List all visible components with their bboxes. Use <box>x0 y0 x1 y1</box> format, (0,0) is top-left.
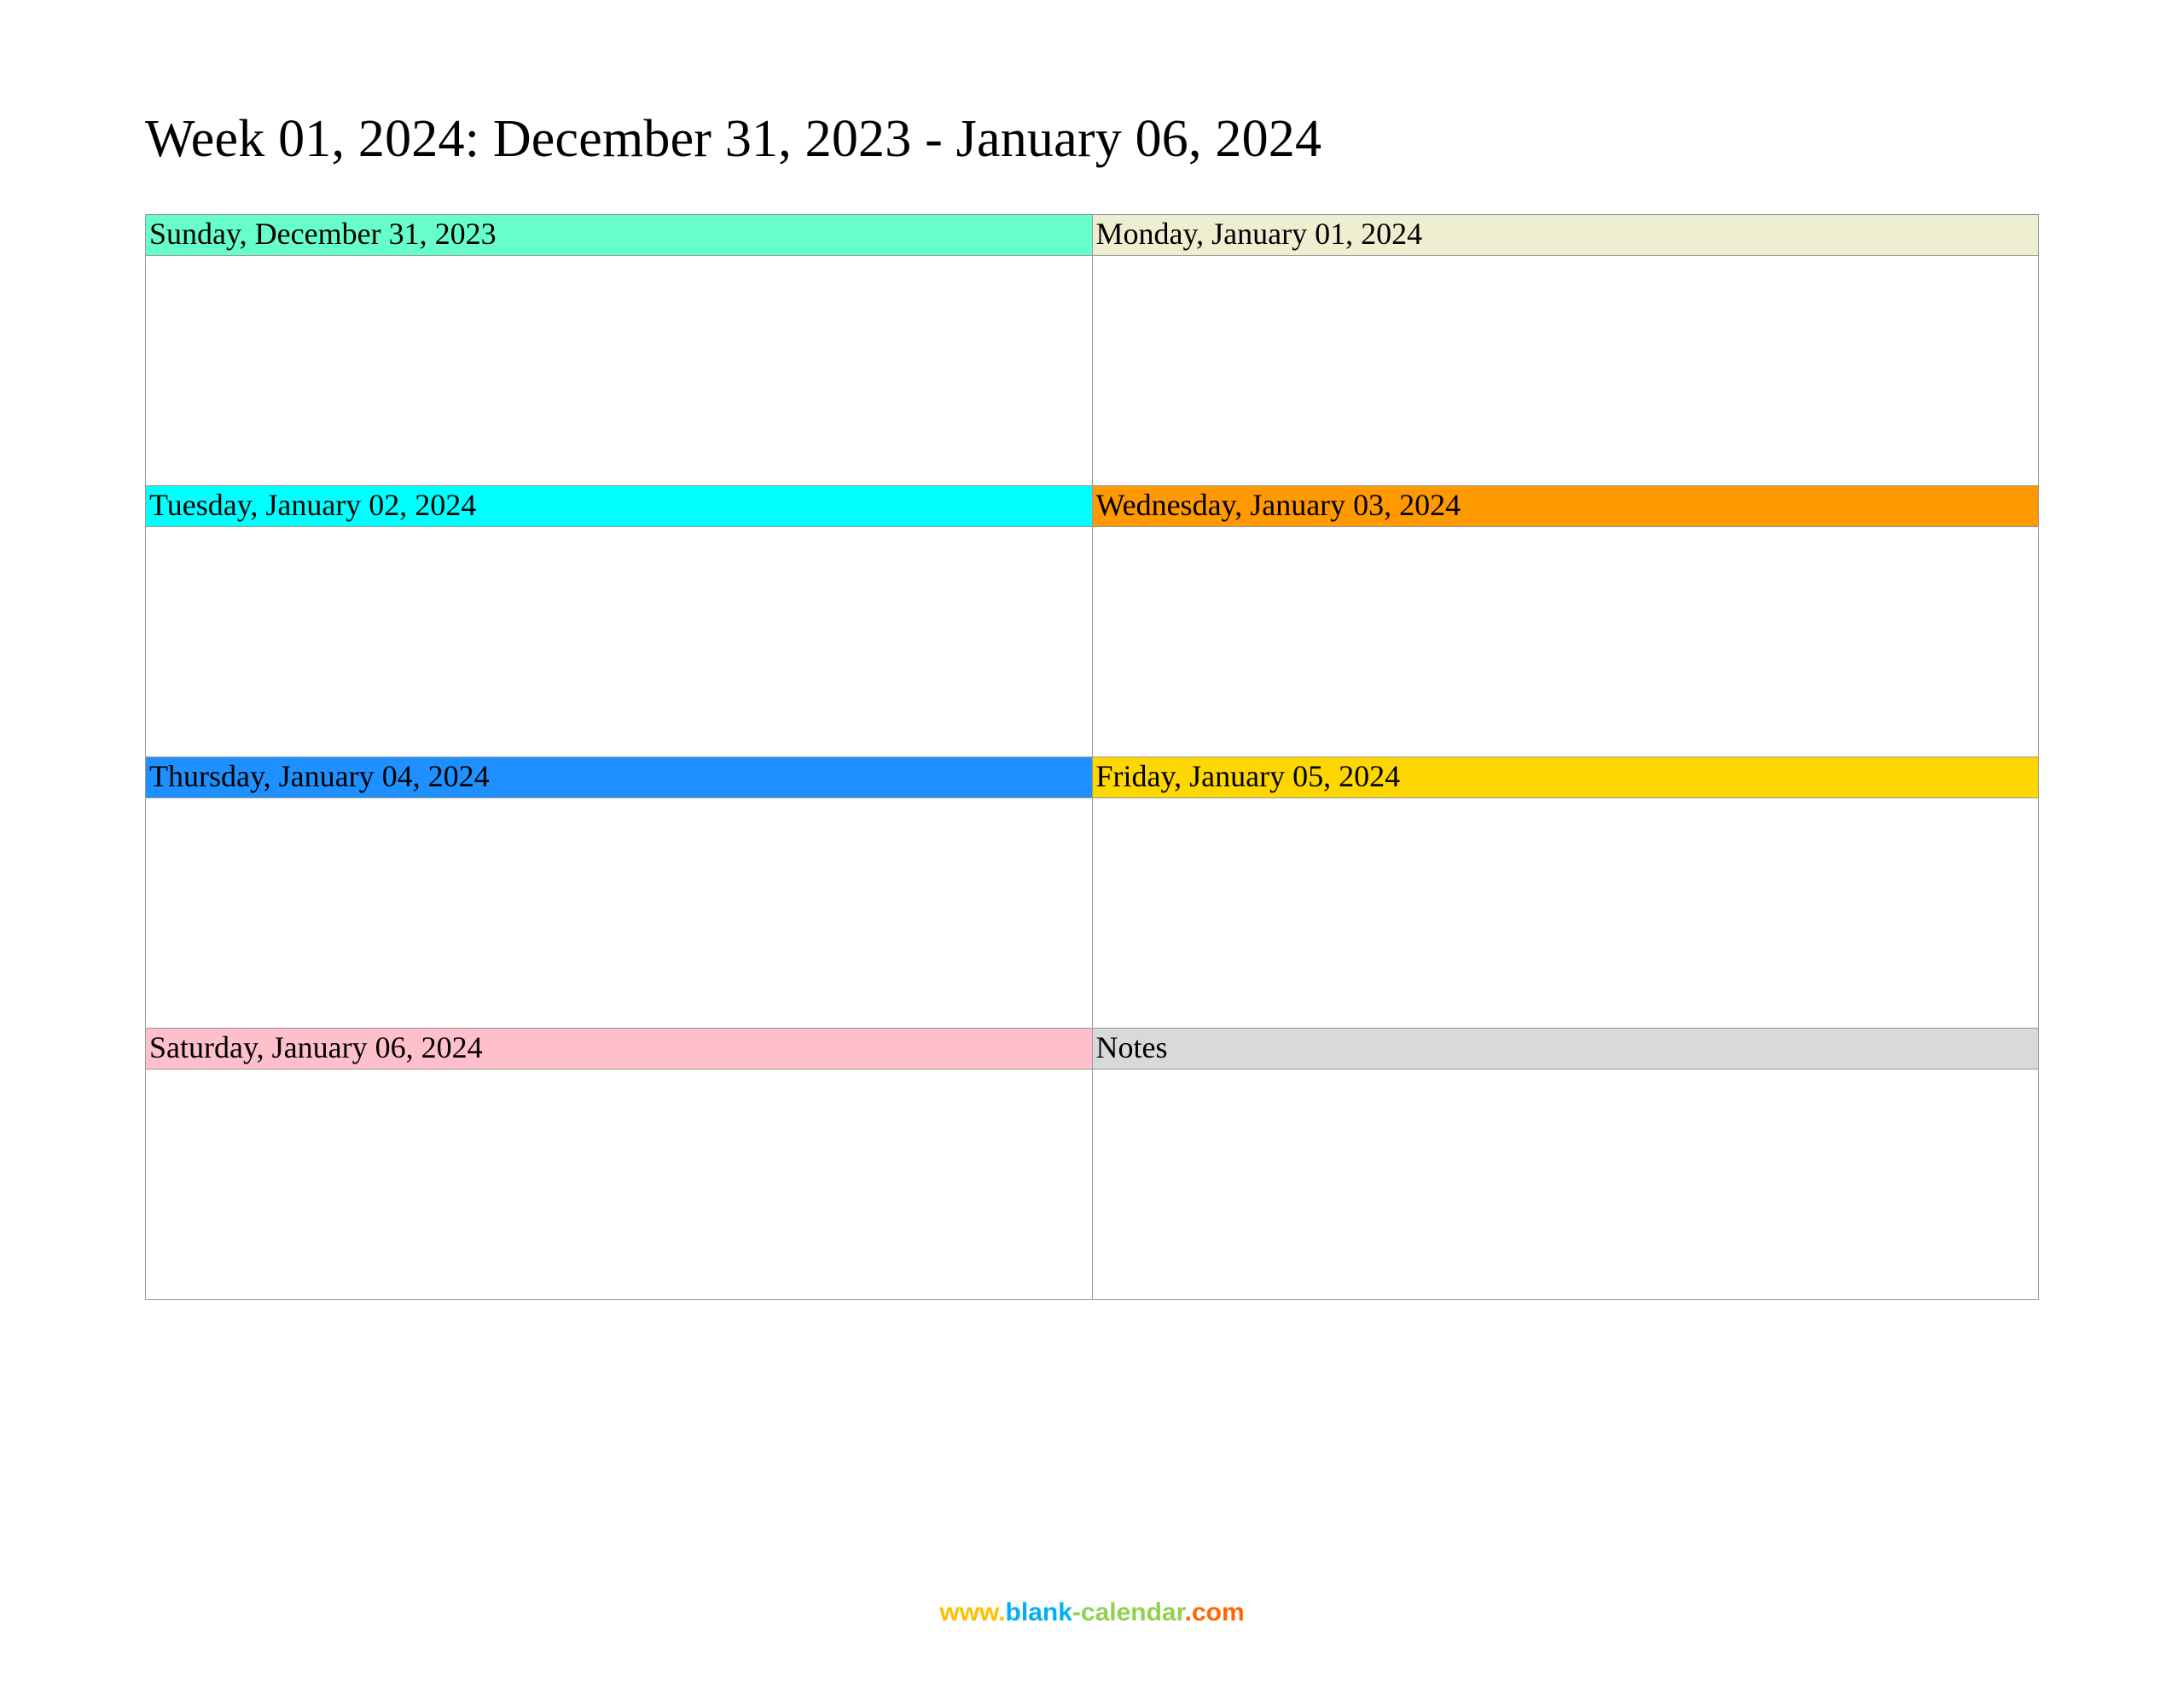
footer-www: www. <box>939 1598 1005 1626</box>
footer-link[interactable]: www.blank-calendar.com <box>0 1598 2184 1627</box>
day-body-friday[interactable] <box>1092 798 2039 1029</box>
day-header-sunday: Sunday, December 31, 2023 <box>146 215 1093 256</box>
footer-blank: blank <box>1006 1598 1072 1626</box>
day-header-tuesday: Tuesday, January 02, 2024 <box>146 486 1093 527</box>
day-header-thursday: Thursday, January 04, 2024 <box>146 757 1093 798</box>
day-body-thursday[interactable] <box>146 798 1093 1029</box>
day-body-notes[interactable] <box>1092 1070 2039 1300</box>
day-header-monday: Monday, January 01, 2024 <box>1092 215 2039 256</box>
day-body-tuesday[interactable] <box>146 527 1093 757</box>
page-title: Week 01, 2024: December 31, 2023 - Janua… <box>145 109 2039 170</box>
day-header-notes: Notes <box>1092 1029 2039 1070</box>
weekly-calendar: Sunday, December 31, 2023 Monday, Januar… <box>145 214 2039 1300</box>
day-header-friday: Friday, January 05, 2024 <box>1092 757 2039 798</box>
day-body-wednesday[interactable] <box>1092 527 2039 757</box>
day-body-saturday[interactable] <box>146 1070 1093 1300</box>
day-header-saturday: Saturday, January 06, 2024 <box>146 1029 1093 1070</box>
day-body-monday[interactable] <box>1092 256 2039 486</box>
day-header-wednesday: Wednesday, January 03, 2024 <box>1092 486 2039 527</box>
footer-cal: -calendar <box>1072 1598 1185 1626</box>
footer-com: .com <box>1185 1598 1245 1626</box>
day-body-sunday[interactable] <box>146 256 1093 486</box>
